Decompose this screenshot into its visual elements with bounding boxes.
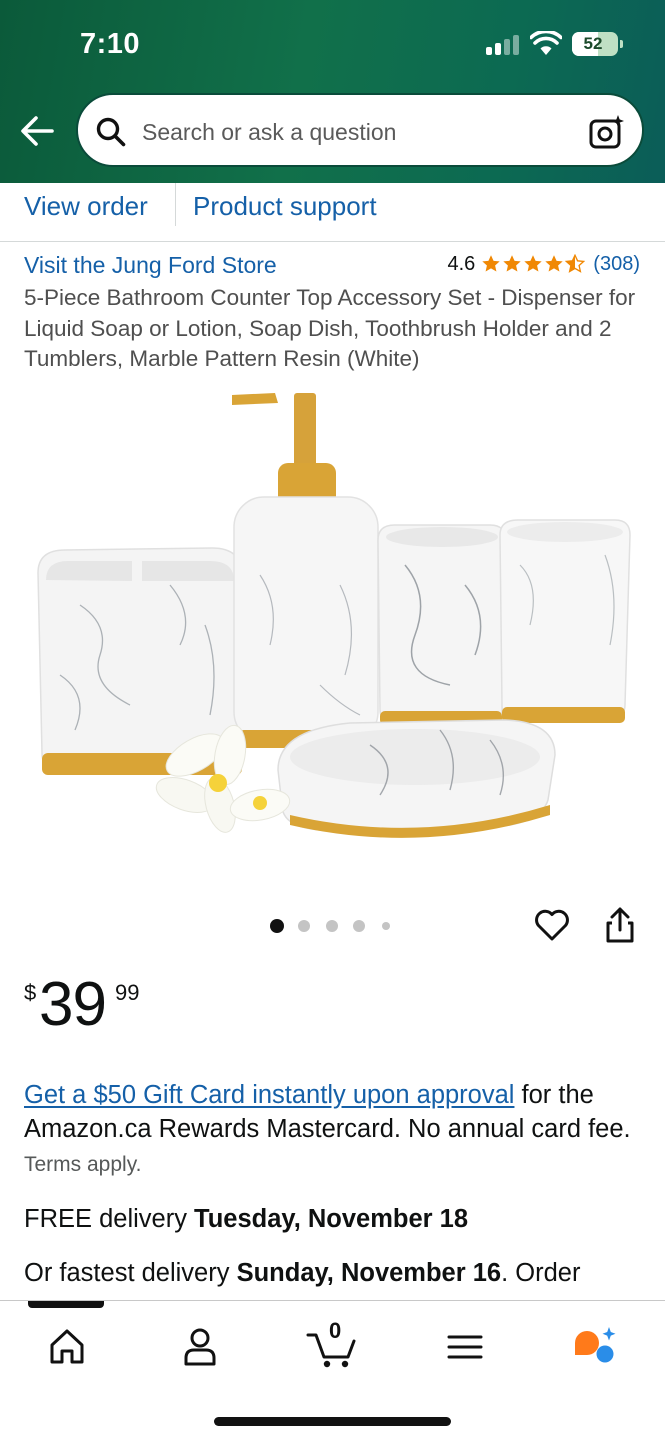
soap-dish-illustration [277, 719, 556, 838]
star-rating [481, 254, 586, 274]
credit-card-offer: Get a $50 Gift Card instantly upon appro… [24, 1078, 644, 1182]
star-full-icon [524, 255, 542, 272]
status-time: 7:10 [80, 28, 141, 60]
image-carousel-dots [270, 917, 400, 935]
search-input[interactable] [142, 117, 562, 147]
product-title: 5-Piece Bathroom Counter Top Accessory S… [24, 285, 636, 371]
rating-value: 4.6 [447, 252, 476, 275]
price-currency-symbol: $ [24, 980, 37, 1005]
star-half-icon [565, 254, 586, 273]
terms-note: Terms apply. [24, 1153, 142, 1176]
menu-icon[interactable] [435, 1321, 495, 1371]
soap-dispenser-illustration [232, 393, 379, 748]
bottom-navigation: 0 [0, 1300, 665, 1440]
fastest-delivery-label: Or fastest delivery [24, 1259, 237, 1287]
share-icon[interactable] [603, 905, 637, 945]
star-full-icon [503, 255, 521, 272]
wifi-icon [530, 31, 562, 55]
store-link[interactable]: Visit the Jung Ford Store [24, 252, 277, 279]
tab-divider [175, 183, 176, 226]
cart-button[interactable]: 0 [302, 1318, 362, 1371]
price-fraction: 99 [115, 980, 140, 1005]
home-icon[interactable] [37, 1321, 97, 1371]
battery-level: 52 [583, 34, 603, 53]
fastest-delivery-date: Sunday, November 16 [236, 1259, 502, 1287]
app-header: 7:10 52 [0, 0, 665, 183]
active-tab-indicator [28, 1301, 104, 1308]
back-arrow-icon[interactable] [18, 113, 58, 149]
product-support-link[interactable]: Product support [193, 191, 377, 222]
rating-summary[interactable]: 4.6 (308) [447, 251, 640, 277]
star-full-icon [545, 255, 563, 272]
tumbler-illustration [377, 524, 507, 725]
battery-indicator: 52 [572, 32, 623, 56]
free-delivery-date: Tuesday, November 18 [194, 1205, 469, 1233]
carousel-dot[interactable] [382, 922, 390, 930]
tumbler-illustration [499, 519, 631, 723]
search-icon [96, 117, 126, 147]
view-order-link[interactable]: View order [24, 191, 148, 222]
order-links-row: View order Product support [0, 183, 665, 242]
gift-card-offer-link[interactable]: Get a $50 Gift Card instantly upon appro… [24, 1081, 514, 1109]
rating-count[interactable]: (308) [593, 253, 640, 276]
price-whole: 39 [39, 970, 107, 1039]
free-delivery-info: FREE delivery Tuesday, November 18 [24, 1205, 468, 1234]
carousel-dot[interactable] [298, 920, 310, 932]
fastest-delivery-suffix: . Order [501, 1259, 581, 1287]
camera-search-icon[interactable] [588, 113, 626, 151]
home-indicator [214, 1417, 451, 1426]
rufus-icon[interactable] [567, 1321, 627, 1371]
carousel-dot[interactable] [270, 919, 284, 933]
account-icon[interactable] [170, 1321, 230, 1371]
cellular-signal-icon [486, 35, 520, 55]
carousel-dot[interactable] [326, 920, 338, 932]
search-bar[interactable] [76, 93, 644, 167]
star-full-icon [482, 255, 500, 272]
fastest-delivery-info: Or fastest delivery Sunday, November 16.… [24, 1259, 664, 1299]
heart-icon[interactable] [533, 906, 571, 944]
free-delivery-label: FREE delivery [24, 1205, 195, 1233]
carousel-dot[interactable] [353, 920, 365, 932]
product-image[interactable] [20, 385, 645, 855]
cart-count: 0 [329, 1318, 342, 1343]
